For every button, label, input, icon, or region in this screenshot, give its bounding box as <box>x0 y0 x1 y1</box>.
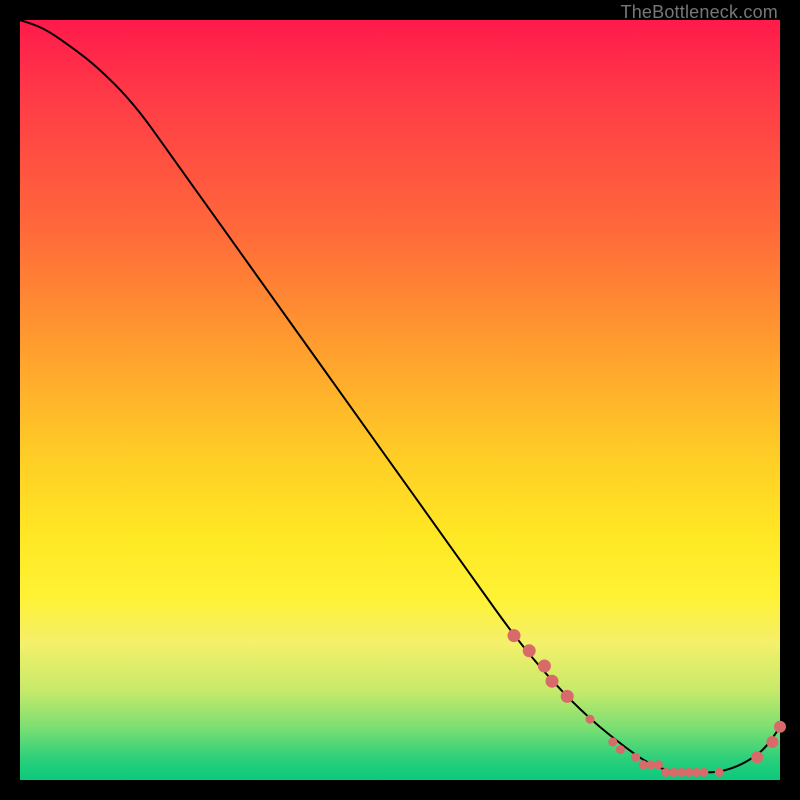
highlight-dot <box>715 768 724 777</box>
chart-svg <box>20 20 780 780</box>
highlight-dot <box>523 644 536 657</box>
plot-area <box>20 20 780 780</box>
highlight-dot <box>586 715 595 724</box>
highlight-dots <box>508 629 787 777</box>
highlight-dot <box>631 753 640 762</box>
highlight-dot <box>608 738 617 747</box>
highlight-dot <box>561 690 574 703</box>
highlight-dot <box>751 751 763 763</box>
highlight-dot <box>616 745 625 754</box>
highlight-dot <box>538 660 551 673</box>
highlight-dot <box>700 768 709 777</box>
highlight-dot <box>654 760 663 769</box>
highlight-dot <box>766 736 778 748</box>
chart-frame: TheBottleneck.com <box>0 0 800 800</box>
highlight-dot <box>774 721 786 733</box>
highlight-dot <box>508 629 521 642</box>
highlight-dot <box>546 675 559 688</box>
bottleneck-curve <box>20 20 780 772</box>
